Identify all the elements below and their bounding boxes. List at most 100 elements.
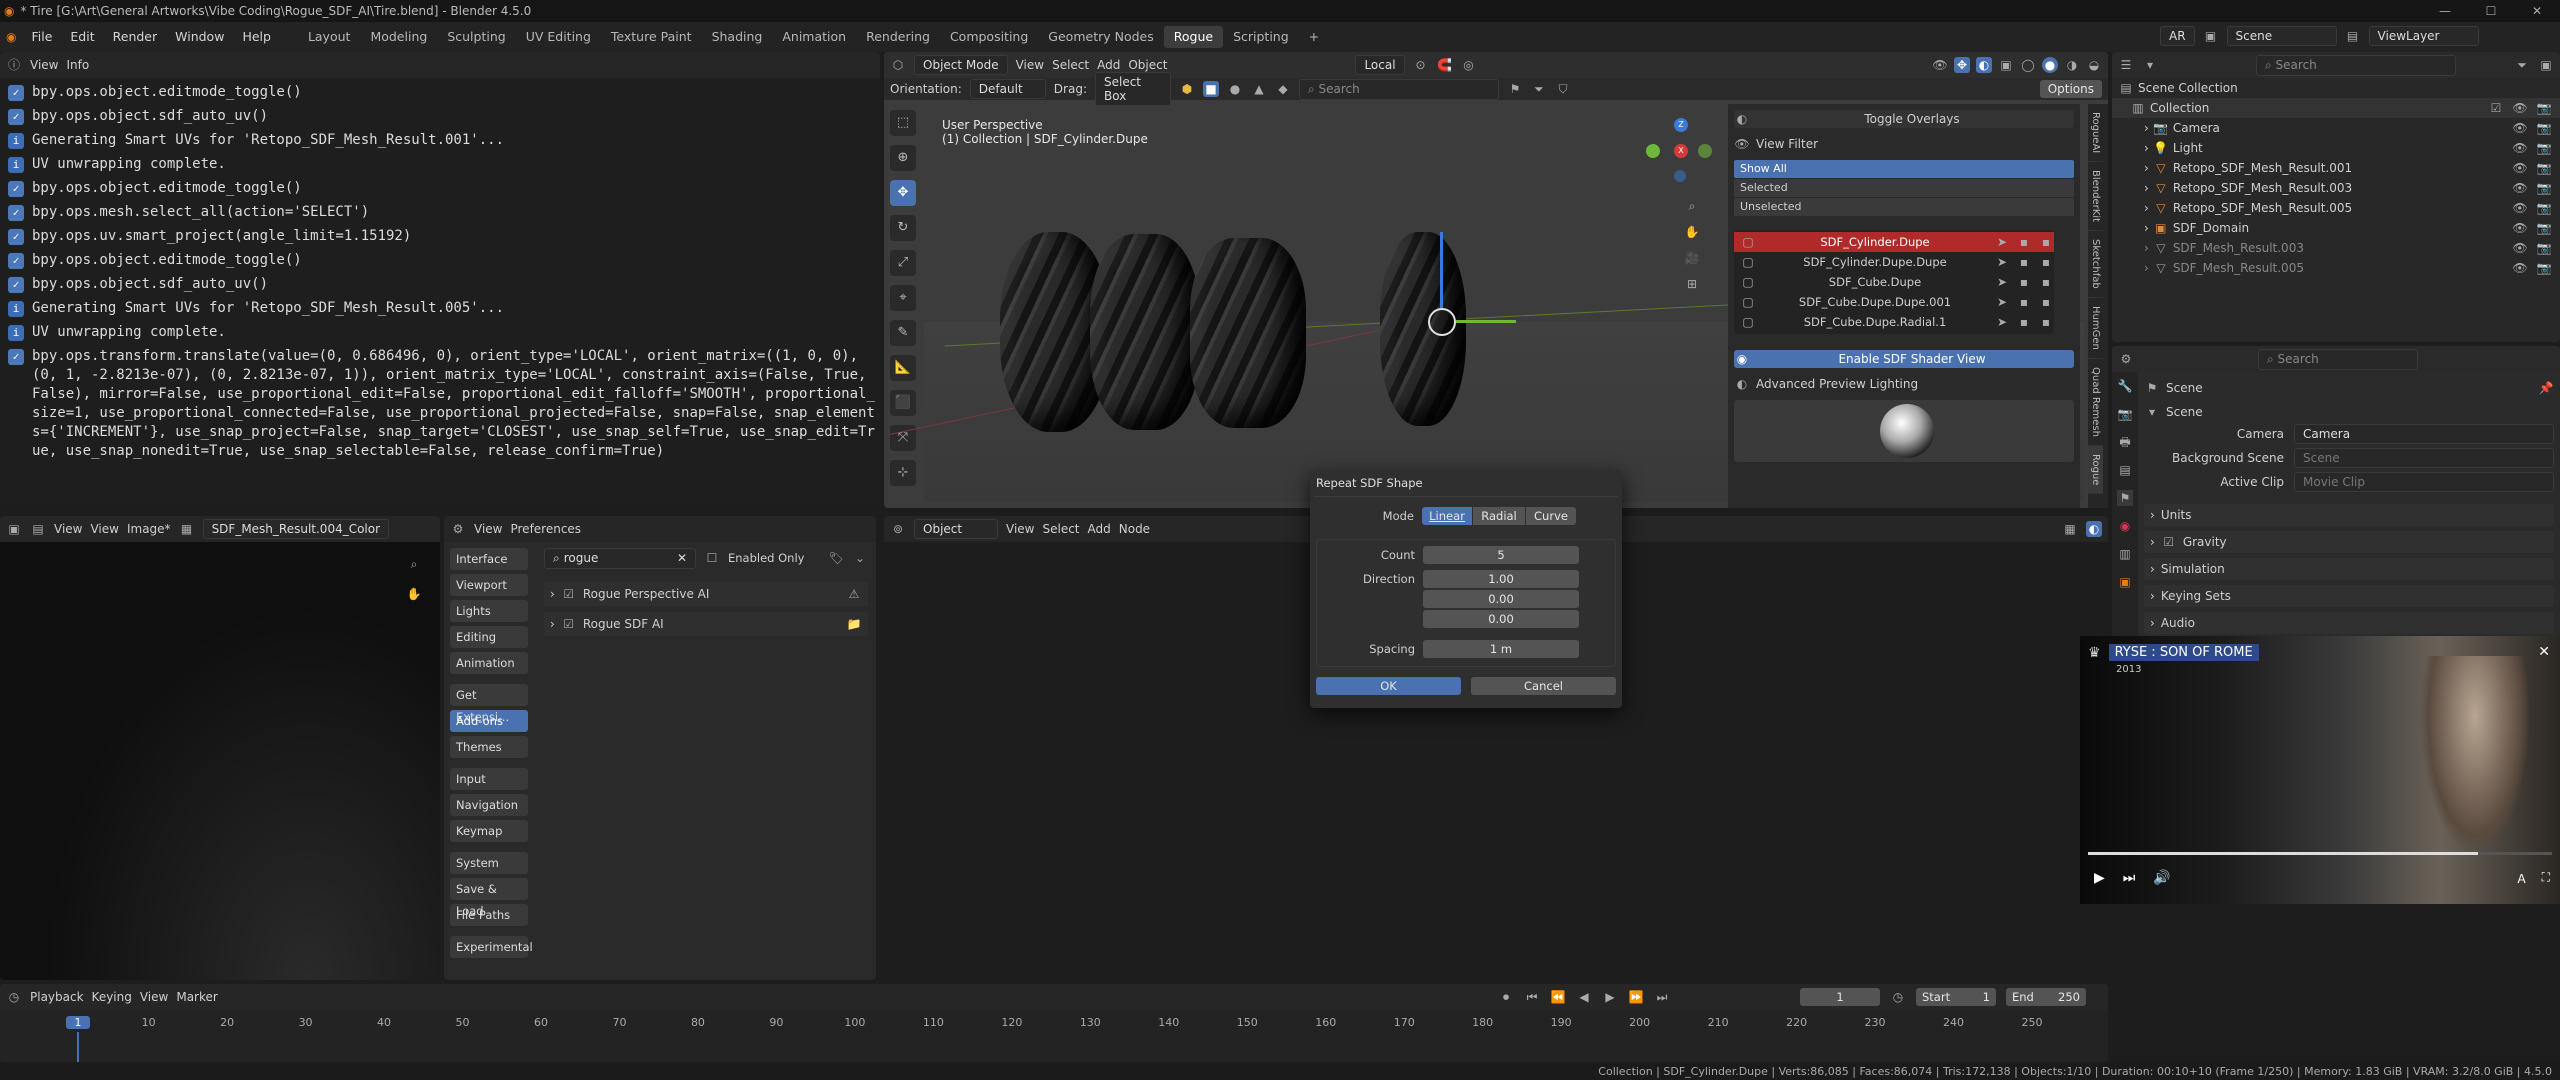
sdf-tool-icon-2[interactable]: ■ — [1202, 81, 1219, 97]
expand-icon[interactable]: › — [2144, 141, 2149, 155]
render-camera-icon[interactable]: 📷 — [2536, 140, 2552, 156]
sdf-list-item[interactable]: ▢ SDF_Cube.Dupe.Radial.1 ➤ ▪ ▪ — [1734, 312, 2054, 332]
tab-animation[interactable]: Animation — [772, 26, 856, 48]
transform-tool-icon[interactable]: ⌖ — [890, 285, 916, 311]
direction-z-field[interactable]: 0.00 — [1423, 610, 1579, 628]
fullscreen-icon[interactable]: ⛶ — [2542, 870, 2550, 887]
prefs-nav-item[interactable]: Themes — [450, 736, 528, 758]
expand-icon[interactable]: › — [2144, 201, 2149, 215]
mode-curve-button[interactable]: Curve — [1526, 507, 1576, 525]
properties-panel[interactable]: › ☑ Gravity — [2144, 531, 2554, 553]
prefs-nav-item[interactable]: Keymap — [450, 820, 528, 842]
properties-panel[interactable]: › Simulation — [2144, 558, 2554, 580]
rotate-tool-icon[interactable]: ↻ — [890, 215, 916, 241]
tool-tab-icon[interactable]: 🔧 — [2117, 378, 2133, 394]
visibility-icon[interactable]: 👁 — [1932, 57, 1948, 73]
enable-sdf-shader-button[interactable]: Enable SDF Shader View — [1750, 352, 2074, 366]
sdf-list-item[interactable]: ▢ SDF_Cube.Dupe ➤ ▪ ▪ — [1734, 272, 2054, 292]
timeline-menu-marker[interactable]: Marker — [176, 990, 217, 1004]
hide-eye-icon[interactable]: 👁 — [2512, 160, 2528, 176]
sidebar-tab-humgen[interactable]: HumGen — [2088, 298, 2103, 359]
gizmo-z-arrow[interactable] — [1440, 232, 1443, 308]
collection-check-icon[interactable]: ☑ — [2488, 100, 2504, 116]
tab-geometry-nodes[interactable]: Geometry Nodes — [1038, 26, 1163, 48]
menu-file[interactable]: File — [22, 22, 61, 52]
direction-y-field[interactable]: 0.00 — [1423, 590, 1579, 608]
tab-sculpting[interactable]: Sculpting — [437, 26, 515, 48]
zoom-icon[interactable]: ⌕ — [1684, 198, 1700, 214]
move-gizmo[interactable] — [1428, 308, 1456, 336]
select-arrow-icon[interactable]: ➤ — [1994, 234, 2010, 250]
collection-row[interactable]: ▥ Collection ☑ 👁 📷 — [2112, 98, 2560, 118]
prefs-nav-item[interactable]: Save & Load — [450, 878, 528, 918]
snap-icon[interactable]: 🧲 — [1437, 57, 1453, 73]
sdf-toggle-icon[interactable]: ▪ — [2016, 254, 2032, 270]
node-menu-node[interactable]: Node — [1119, 522, 1150, 536]
node-editor-type-icon[interactable]: ⊚ — [890, 521, 906, 537]
captions-icon[interactable]: Ａ — [2516, 870, 2528, 887]
extra-tool-icon-2[interactable]: ⊹ — [890, 460, 916, 486]
sidebar-tab-rogueai[interactable]: RogueAI — [2088, 104, 2103, 163]
filter-selected[interactable]: Selected — [1734, 179, 2074, 197]
collection-eye-icon[interactable]: 👁 — [2512, 100, 2528, 116]
scene-collection-row[interactable]: ▤ Scene Collection — [2112, 78, 2560, 98]
sdf-toggle-icon[interactable]: ▪ — [2016, 234, 2032, 250]
scene-selector[interactable]: Scene — [2226, 26, 2337, 46]
prefs-nav-item[interactable]: Get Extensi... — [450, 684, 528, 724]
gizmo-y-arrow[interactable] — [1456, 320, 1516, 323]
sdf-tool-icon-3[interactable]: ● — [1227, 81, 1243, 97]
properties-search[interactable]: ⌕ Search — [2258, 348, 2418, 370]
info-menu-info[interactable]: Info — [66, 58, 89, 72]
timeline-ruler[interactable]: 1 10 20 30 40 50 60 70 80 90 100 110 120 130 140 150 160… — [0, 1010, 2108, 1062]
prefs-nav-item[interactable]: Editing — [450, 626, 528, 648]
hide-eye-icon[interactable]: 👁 — [2512, 140, 2528, 156]
tab-layout[interactable]: Layout — [298, 26, 361, 48]
select-arrow-icon[interactable]: ➤ — [1994, 294, 2010, 310]
play-reverse-icon[interactable]: ◀ — [1576, 989, 1592, 1005]
pivot-icon[interactable]: ⊙ — [1413, 57, 1429, 73]
addon-menu-icon[interactable]: ⌄ — [852, 550, 868, 566]
sdf-tool-icon-4[interactable]: ▲ — [1251, 81, 1267, 97]
render-camera-icon[interactable]: 📷 — [2536, 260, 2552, 276]
select-arrow-icon[interactable]: ➤ — [1994, 254, 2010, 270]
sdf-tool-icon-5[interactable]: ◆ — [1275, 81, 1291, 97]
render-camera-icon[interactable]: 📷 — [2536, 120, 2552, 136]
next-icon[interactable]: ⏭ — [2123, 870, 2136, 886]
properties-panel[interactable]: › Units — [2144, 504, 2554, 526]
playhead[interactable] — [77, 1032, 79, 1062]
toggle-overlays-icon[interactable]: ◐ — [1734, 111, 1750, 127]
cursor-tool-icon[interactable]: ⊕ — [890, 145, 916, 171]
outliner-item[interactable]: › ▽ SDF_Mesh_Result.005 👁 📷 — [2112, 258, 2560, 278]
log-line[interactable]: ✓ bpy.ops.uv.smart_project(angle_limit=1.… — [0, 227, 880, 246]
log-line[interactable]: ✓ bpy.ops.object.editmode_toggle() — [0, 83, 880, 102]
sidebar-tab-sketchfab[interactable]: Sketchfab — [2088, 231, 2103, 298]
tab-rendering[interactable]: Rendering — [856, 26, 940, 48]
hide-eye-icon[interactable]: 👁 — [2512, 120, 2528, 136]
expand-icon[interactable]: › — [2144, 241, 2149, 255]
navigation-gizmo[interactable]: Z X — [1644, 116, 1714, 186]
sdf-list-item[interactable]: ▢ SDF_Cylinder.Dupe.Dupe ➤ ▪ ▪ — [1734, 252, 2054, 272]
xray-icon[interactable]: ▣ — [1998, 57, 2014, 73]
render-camera-icon[interactable]: 📷 — [2536, 220, 2552, 236]
viewlayer-selector[interactable]: ViewLayer — [2368, 26, 2479, 46]
filter-icon[interactable]: ⏷ — [1531, 81, 1547, 97]
outliner-filter-icon[interactable]: ⏷ — [2514, 57, 2530, 73]
drag-dropdown[interactable]: Select Box — [1094, 72, 1171, 106]
sdf-toggle-icon[interactable]: ▪ — [2016, 314, 2032, 330]
outliner-item[interactable]: › ▽ Retopo_SDF_Mesh_Result.003 👁 📷 — [2112, 178, 2560, 198]
viewport-menu-add[interactable]: Add — [1097, 58, 1120, 72]
menu-help[interactable]: Help — [233, 22, 280, 52]
prefs-nav-item[interactable]: System — [450, 852, 528, 874]
log-line[interactable]: ✓ bpy.ops.mesh.select_all(action='SELECT'… — [0, 203, 880, 222]
hide-eye-icon[interactable]: 👁 — [2512, 260, 2528, 276]
render-camera-icon[interactable]: 📷 — [2536, 200, 2552, 216]
image-browse-icon[interactable]: ▦ — [179, 521, 195, 537]
select-tool-icon[interactable]: ⬚ — [890, 110, 916, 136]
video-progress-bar[interactable] — [2088, 852, 2552, 855]
image-pan-icon[interactable]: ✋ — [406, 586, 422, 602]
timeline-editor-icon[interactable]: ◷ — [6, 989, 22, 1005]
toggle-overlays-button[interactable]: Toggle Overlays — [1750, 112, 2074, 126]
image-name-field[interactable]: SDF_Mesh_Result.004_Color — [202, 519, 390, 539]
node-tree-type[interactable]: Object — [914, 519, 998, 539]
next-key-icon[interactable]: ⏩ — [1628, 989, 1644, 1005]
